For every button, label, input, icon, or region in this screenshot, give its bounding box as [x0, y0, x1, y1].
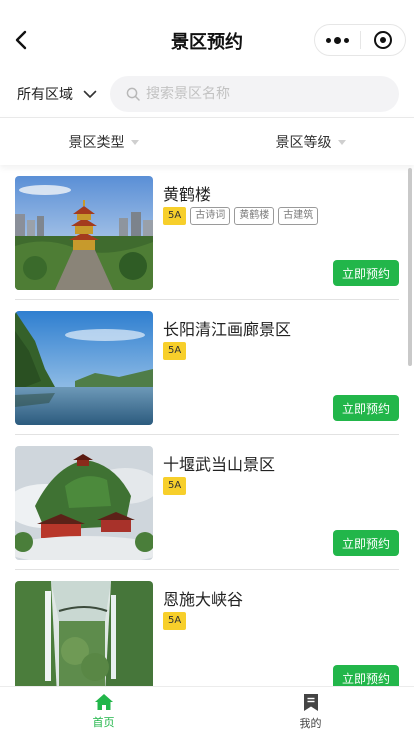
- tag: 黄鹤楼: [234, 207, 275, 225]
- scenic-item[interactable]: 黄鹤楼 5A 古诗词 黄鹤楼 古建筑 立即预约: [15, 165, 399, 300]
- scrollbar[interactable]: [408, 168, 412, 366]
- tag: 古建筑: [278, 207, 319, 225]
- level-badge: 5A: [163, 477, 187, 495]
- search-row: 所有区域: [0, 76, 414, 116]
- scenic-item[interactable]: 长阳清江画廊景区 5A 立即预约: [15, 300, 399, 435]
- search-bar[interactable]: [110, 76, 399, 112]
- book-now-button[interactable]: 立即预约: [333, 665, 399, 686]
- dropdown-triangle-icon: [130, 140, 139, 145]
- scenic-item[interactable]: 十堰武当山景区 5A 立即预约: [15, 435, 399, 570]
- scenic-photo: [15, 446, 153, 560]
- scenic-photo: [15, 311, 153, 425]
- close-mini-program-button[interactable]: [361, 25, 406, 55]
- tag-list: 5A 古诗词 黄鹤楼 古建筑: [163, 207, 319, 225]
- tab-mine-label: 我的: [299, 716, 322, 730]
- mini-program-capsule: [314, 24, 406, 56]
- tag-list: 5A: [163, 477, 187, 495]
- book-now-button[interactable]: 立即预约: [333, 530, 399, 556]
- tab-home-label: 首页: [92, 716, 115, 729]
- scenic-name: 黄鹤楼: [163, 185, 212, 204]
- tab-home[interactable]: 首页: [0, 687, 207, 736]
- filter-type-label: 景区类型: [68, 134, 125, 151]
- book-now-button[interactable]: 立即预约: [333, 260, 399, 286]
- scenic-item[interactable]: 恩施大峡谷 5A 立即预约: [15, 570, 399, 686]
- filter-level-label: 景区等级: [275, 134, 332, 151]
- tab-mine[interactable]: 我的: [207, 687, 414, 736]
- more-dots-icon: [325, 36, 349, 44]
- scenic-list[interactable]: 黄鹤楼 5A 古诗词 黄鹤楼 古建筑 立即预约 长阳清江画廊景区 5A 立即预约…: [0, 165, 414, 686]
- dropdown-triangle-icon: [337, 140, 346, 145]
- chevron-down-icon: [83, 90, 97, 98]
- filter-row: 景区类型 景区等级: [0, 117, 414, 165]
- scenic-photo: [15, 581, 153, 686]
- home-icon: [94, 694, 113, 710]
- more-button[interactable]: [315, 25, 360, 55]
- level-badge: 5A: [163, 342, 187, 360]
- bookmark-icon: [303, 693, 318, 711]
- scenic-name: 恩施大峡谷: [163, 590, 244, 609]
- tab-bar: 首页 我的: [0, 686, 414, 736]
- scenic-photo: [15, 176, 153, 290]
- nav-bar: 景区预约: [0, 0, 414, 80]
- search-icon: [126, 87, 140, 101]
- close-target-icon: [373, 31, 392, 49]
- tag: 古诗词: [190, 207, 231, 225]
- level-badge: 5A: [163, 612, 187, 630]
- scenic-name: 长阳清江画廊景区: [163, 320, 292, 339]
- level-badge: 5A: [163, 207, 187, 225]
- tag-list: 5A: [163, 342, 187, 360]
- search-input[interactable]: [146, 86, 386, 102]
- book-now-button[interactable]: 立即预约: [333, 395, 399, 421]
- filter-level[interactable]: 景区等级: [207, 118, 414, 165]
- region-selector[interactable]: 所有区域: [17, 84, 97, 104]
- region-label: 所有区域: [17, 87, 73, 103]
- tag-list: 5A: [163, 612, 187, 630]
- filter-type[interactable]: 景区类型: [0, 118, 207, 165]
- scenic-name: 十堰武当山景区: [163, 455, 276, 474]
